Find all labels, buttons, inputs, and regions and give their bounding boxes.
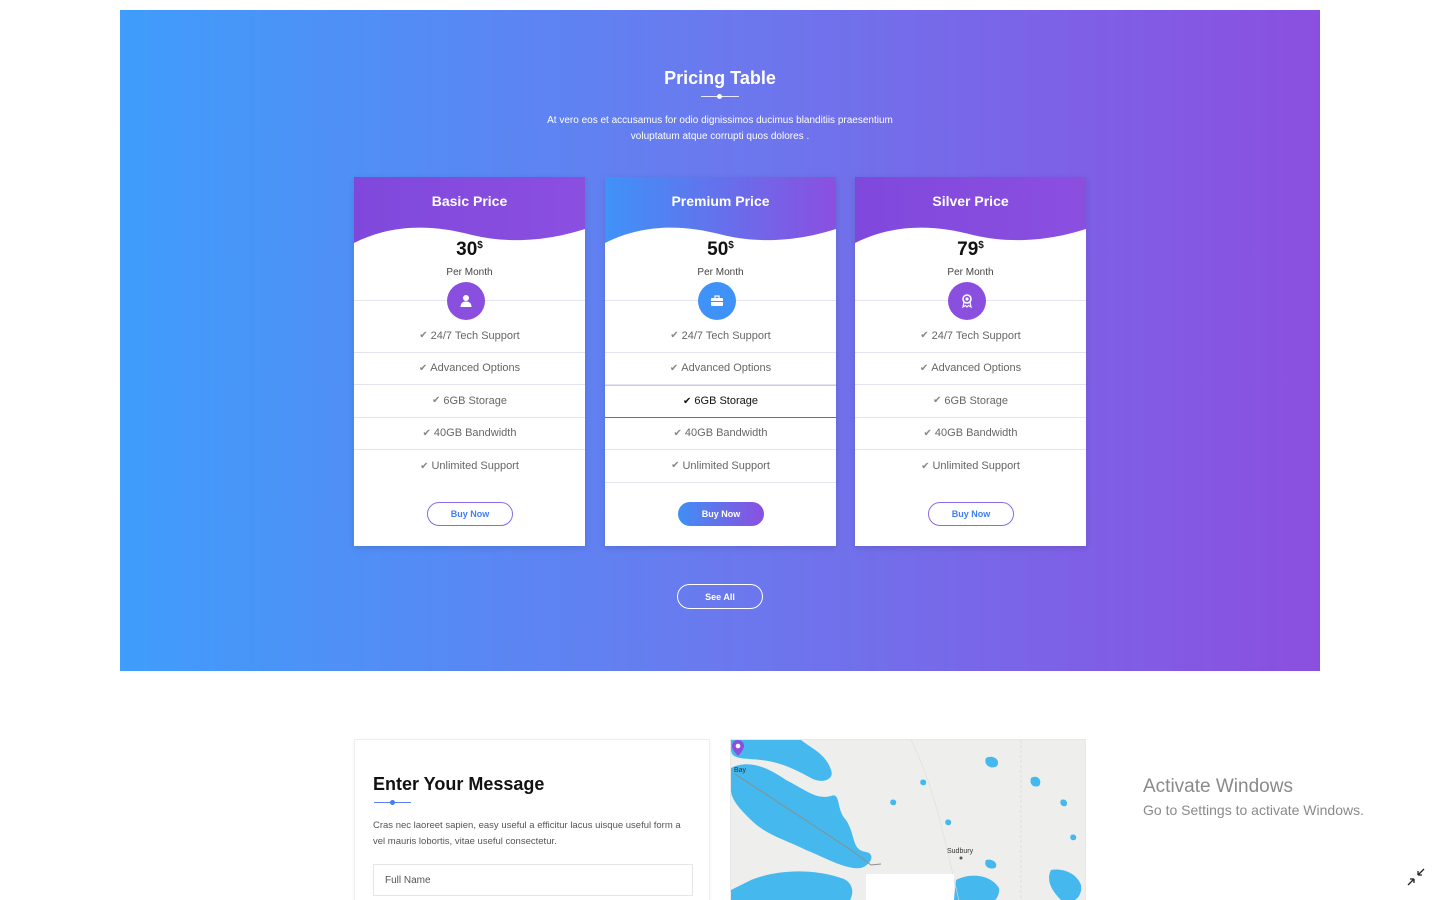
plan-price: 30$ <box>354 239 585 261</box>
feature-label: Unlimited Support <box>682 459 770 472</box>
check-icon: ✔ <box>921 460 930 472</box>
pricing-section: Pricing Table At vero eos et accusamus f… <box>120 10 1320 671</box>
check-icon: ✔ <box>419 330 428 342</box>
check-icon: ✔ <box>671 460 680 472</box>
plan-period: Per Month <box>697 267 744 278</box>
feature-item: ✔ Advanced Options <box>354 353 585 385</box>
check-icon: ✔ <box>920 330 929 342</box>
feature-item: ✔ 24/7 Tech Support <box>855 320 1086 353</box>
feature-item: ✔ 40GB Bandwidth <box>354 418 585 450</box>
price-value: 79 <box>957 239 979 260</box>
currency-symbol: $ <box>477 240 483 251</box>
feature-label: 40GB Bandwidth <box>934 427 1018 440</box>
pricing-title: Pricing Table <box>664 68 776 88</box>
feature-list: ✔ 24/7 Tech Support ✔ Advanced Options ✔ 6G… <box>855 320 1086 483</box>
pricing-card-silver: Silver Price 79$ Per Month ✔ 24/7 Tech Su… <box>855 177 1086 546</box>
check-icon: ✔ <box>923 427 932 439</box>
feature-item: ✔ Unlimited Support <box>605 450 836 483</box>
page: Pricing Table At vero eos et accusamus f… <box>0 0 1440 900</box>
feature-item: ✔ Advanced Options <box>605 353 836 385</box>
briefcase-glyph <box>711 295 723 306</box>
feature-label: 40GB Bandwidth <box>433 427 517 440</box>
feature-label: Advanced Options <box>681 362 772 375</box>
feature-item: ✔ 24/7 Tech Support <box>605 320 836 353</box>
check-icon: ✔ <box>673 427 682 439</box>
feature-label: Advanced Options <box>931 362 1022 375</box>
see-all-button[interactable]: See All <box>677 584 763 609</box>
user-icon <box>447 282 485 320</box>
check-icon: ✔ <box>669 362 679 374</box>
feature-label: 24/7 Tech Support <box>681 329 771 342</box>
activate-windows-title: Activate Windows <box>1143 776 1293 797</box>
price-value: 50 <box>707 239 729 260</box>
divider-dot <box>717 94 722 99</box>
feature-item: ✔ Unlimited Support <box>354 450 585 483</box>
user-glyph <box>460 295 472 307</box>
price-value: 30 <box>456 239 478 260</box>
check-icon: ✔ <box>420 460 429 472</box>
check-icon: ✔ <box>683 395 692 407</box>
contact-description: Cras nec laoreet sapien, easy useful a e… <box>373 820 681 847</box>
pricing-card-premium: Premium Price 50$ Per Month ✔ 24/7 Tech S… <box>605 177 836 546</box>
map-pin-card <box>866 874 954 900</box>
map-label-sudbury: Sudbury <box>947 848 974 855</box>
plan-price: 50$ <box>605 239 836 261</box>
feature-label: 24/7 Tech Support <box>931 329 1021 342</box>
check-icon: ✔ <box>418 362 428 374</box>
check-icon: ✔ <box>919 362 929 374</box>
title-divider <box>701 94 739 99</box>
buy-now-button[interactable]: Buy Now <box>678 502 764 526</box>
plan-name: Silver Price <box>932 193 1009 209</box>
check-icon: ✔ <box>422 427 431 439</box>
feature-label: Advanced Options <box>430 362 521 375</box>
pricing-description: At vero eos et accusamus for odio dignis… <box>547 115 893 142</box>
buy-now-button[interactable]: Buy Now <box>928 502 1014 526</box>
contact-card: Enter Your Message Cras nec laoreet sapi… <box>354 739 710 900</box>
feature-label: 6GB Storage <box>694 395 758 408</box>
divider-dot <box>390 800 395 805</box>
currency-symbol: $ <box>728 240 734 251</box>
feature-label: Unlimited Support <box>932 460 1020 473</box>
feature-item: ✔ Unlimited Support <box>855 450 1086 483</box>
activate-windows-subtitle: Go to Settings to activate Windows. <box>1143 802 1364 818</box>
contact-divider <box>374 800 411 805</box>
plan-period: Per Month <box>947 267 994 278</box>
award-glyph <box>962 294 972 309</box>
feature-item: ✔ 24/7 Tech Support <box>354 320 585 353</box>
feature-label: 40GB Bandwidth <box>684 427 768 440</box>
pricing-card-basic: Basic Price 30$ Per Month ✔ 24/7 Tech Sup… <box>354 177 585 546</box>
plan-name: Basic Price <box>431 193 508 209</box>
full-name-input[interactable] <box>373 864 693 896</box>
feature-item: ✔ 6GB Storage <box>855 385 1086 418</box>
feature-label: 24/7 Tech Support <box>430 329 520 342</box>
check-icon: ✔ <box>670 330 679 342</box>
minimize-icon[interactable] <box>1405 866 1427 888</box>
feature-label: 6GB Storage <box>944 394 1008 407</box>
map[interactable]: Bay Sudbury <box>730 739 1086 900</box>
feature-item: ✔ 6GB Storage <box>605 385 836 418</box>
award-icon <box>948 282 986 320</box>
feature-list: ✔ 24/7 Tech Support ✔ Advanced Options ✔ 6G… <box>605 320 836 483</box>
map-label-bay: Bay <box>734 767 747 774</box>
feature-label: Unlimited Support <box>431 460 519 473</box>
feature-list: ✔ 24/7 Tech Support ✔ Advanced Options ✔ 6G… <box>354 320 585 483</box>
plan-price: 79$ <box>855 239 1086 261</box>
contact-title: Enter Your Message <box>373 774 545 794</box>
feature-item: ✔ 6GB Storage <box>354 385 585 418</box>
check-icon: ✔ <box>432 395 441 407</box>
feature-label: 6GB Storage <box>443 394 507 407</box>
currency-symbol: $ <box>978 240 984 251</box>
map-pin-icon[interactable] <box>731 740 745 756</box>
buy-now-button[interactable]: Buy Now <box>427 502 513 526</box>
plan-name: Premium Price <box>671 193 770 209</box>
feature-item: ✔ 40GB Bandwidth <box>855 418 1086 450</box>
plan-period: Per Month <box>446 267 493 278</box>
check-icon: ✔ <box>933 395 942 407</box>
briefcase-icon <box>698 282 736 320</box>
feature-item: ✔ Advanced Options <box>855 353 1086 385</box>
feature-item: ✔ 40GB Bandwidth <box>605 418 836 450</box>
